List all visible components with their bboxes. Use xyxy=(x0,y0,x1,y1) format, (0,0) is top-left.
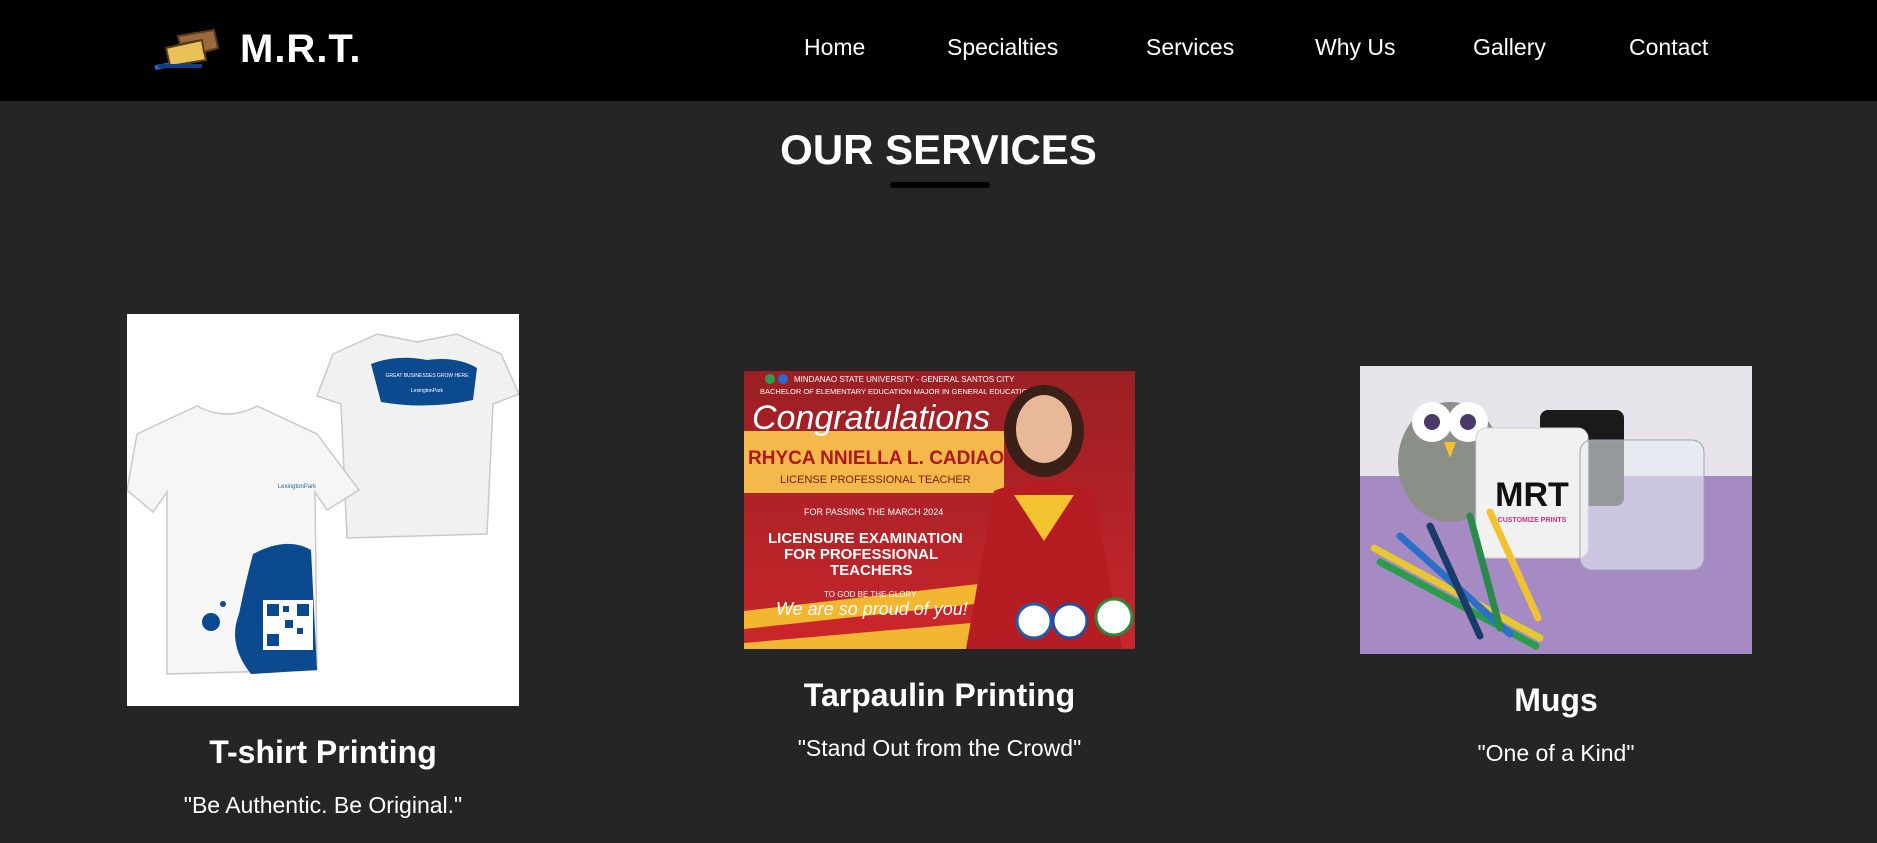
tshirt-back-logo: LexingtonPark xyxy=(411,388,443,394)
service-tagline-mugs: "One of a Kind" xyxy=(1477,740,1635,766)
nav-gallery[interactable]: Gallery xyxy=(1473,34,1546,61)
tshirt-front-logo: LexingtonPark xyxy=(278,484,317,490)
mug-subtext: CUSTOMIZE PRINTS xyxy=(1498,517,1567,524)
mugs-image: MRT CUSTOMIZE PRINTS xyxy=(1360,366,1752,654)
tarp-name: RHYCA NNIELLA L. CADIAO, LPT xyxy=(748,448,1051,469)
nav-home[interactable]: Home xyxy=(804,34,865,61)
service-tagline-tarpaulin: "Stand Out from the Crowd" xyxy=(797,735,1082,761)
tarp-line1: MINDANAO STATE UNIVERSITY - GENERAL SANT… xyxy=(794,375,1015,384)
tarp-line2: BACHELOR OF ELEMENTARY EDUCATION MAJOR I… xyxy=(760,387,1033,396)
tarp-exam2: FOR PROFESSIONAL xyxy=(784,546,938,563)
nav-why-us[interactable]: Why Us xyxy=(1315,34,1396,61)
tarp-passing: FOR PASSING THE MARCH 2024 xyxy=(804,507,943,517)
nav-services[interactable]: Services xyxy=(1146,34,1234,61)
brand-name: M.R.T. xyxy=(240,26,362,71)
mug-logo-text: MRT xyxy=(1495,476,1569,514)
service-title-mugs: Mugs xyxy=(1514,682,1598,718)
tarp-exam3: TEACHERS xyxy=(830,562,913,579)
service-title-tarpaulin: Tarpaulin Printing xyxy=(803,677,1076,713)
nav-specialties[interactable]: Specialties xyxy=(947,34,1058,61)
title-underline xyxy=(890,182,990,188)
nav-contact[interactable]: Contact xyxy=(1629,34,1708,61)
tarp-congrats: Congratulations xyxy=(752,399,990,437)
tarp-role: LICENSE PROFESSIONAL TEACHER xyxy=(780,474,971,486)
navbar: M.R.T. Home Specialties Services Why Us … xyxy=(0,0,1877,101)
tarp-proud: We are so proud of you! xyxy=(776,599,968,619)
service-tagline-tshirt: "Be Authentic. Be Original." xyxy=(183,792,463,818)
brand-logo[interactable]: M.R.T. xyxy=(152,26,362,72)
tshirt-back-text: GREAT BUSINESSES GROW HERE xyxy=(386,373,470,379)
tshirt-image: GREAT BUSINESSES GROW HERE LexingtonPark… xyxy=(127,314,519,706)
service-title-tshirt: T-shirt Printing xyxy=(209,734,437,770)
section-title: OUR SERVICES xyxy=(780,126,1097,173)
mug-brush-logo-icon xyxy=(154,28,220,70)
tarpaulin-image: MINDANAO STATE UNIVERSITY - GENERAL SANT… xyxy=(744,371,1135,649)
tshirt-side-text: www.lpe.com xyxy=(320,609,326,645)
tarp-glory: TO GOD BE THE GLORY xyxy=(824,590,917,599)
tarp-exam1: LICENSURE EXAMINATION xyxy=(768,530,963,547)
